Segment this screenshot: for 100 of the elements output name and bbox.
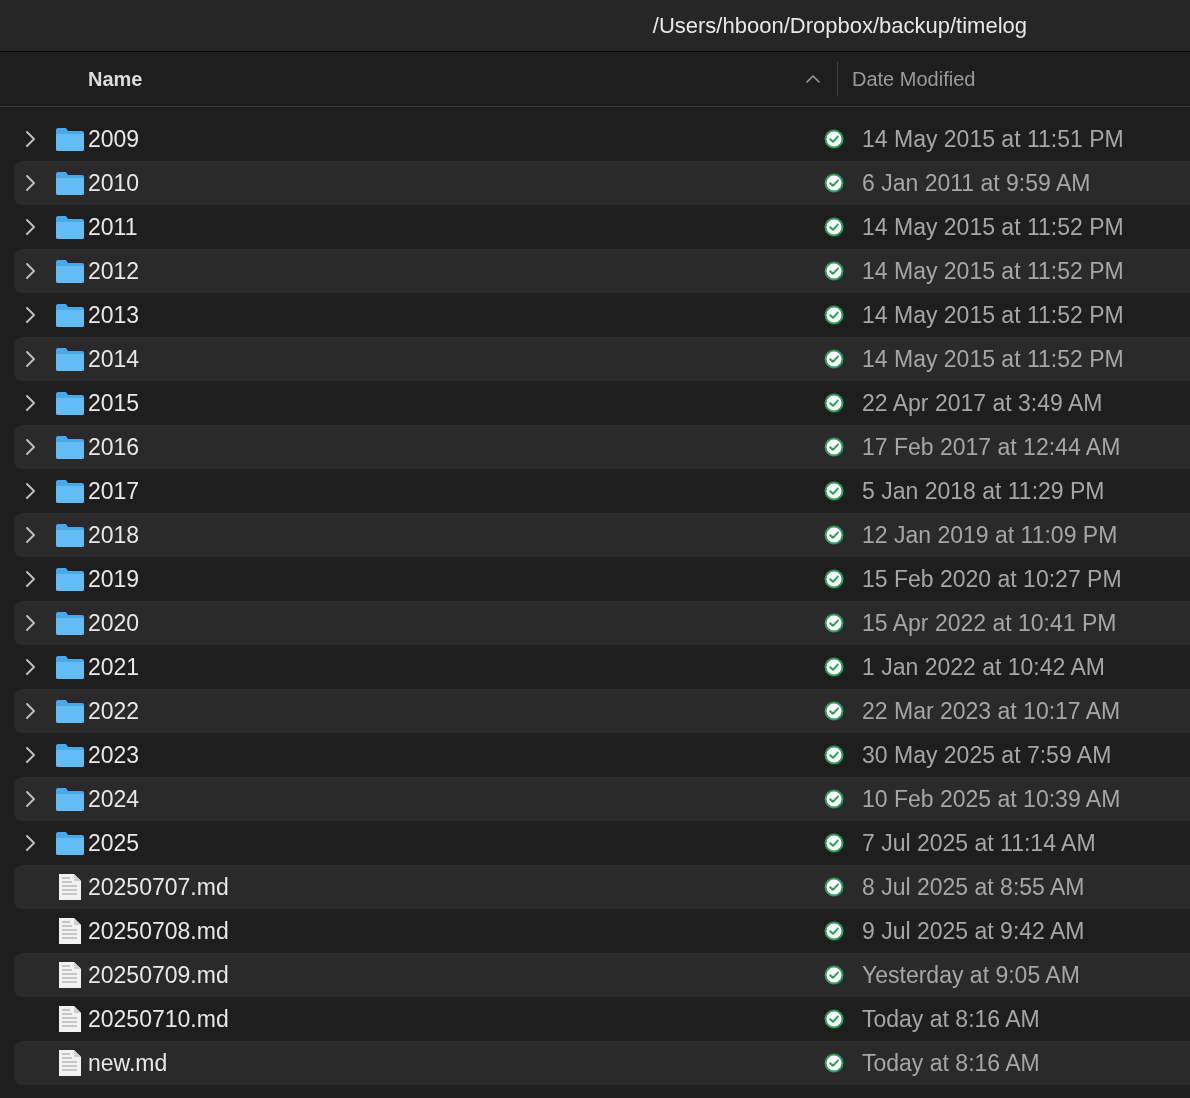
sort-ascending-chevron-icon[interactable]	[805, 74, 821, 84]
synced-check-icon	[824, 1053, 844, 1073]
file-name: 20250710.md	[88, 1004, 229, 1034]
folder-icon	[55, 434, 85, 460]
disclosure-chevron-icon[interactable]	[24, 394, 36, 412]
synced-check-icon	[824, 789, 844, 809]
date-modified: 14 May 2015 at 11:52 PM	[862, 212, 1125, 242]
disclosure-chevron-icon[interactable]	[24, 702, 36, 720]
disclosure-chevron-icon[interactable]	[24, 218, 36, 236]
date-modified: 5 Jan 2018 at 11:29 PM	[862, 476, 1106, 506]
file-name: new.md	[88, 1048, 168, 1078]
folder-icon	[55, 170, 85, 196]
date-modified: 22 Mar 2023 at 10:17 AM	[862, 696, 1122, 726]
synced-check-icon	[824, 1009, 844, 1029]
file-row[interactable]: new.md Today at 8:16 AM	[14, 1041, 1190, 1085]
date-modified: 9 Jul 2025 at 9:42 AM	[862, 916, 1086, 946]
file-row[interactable]: 2010 6 Jan 2011 at 9:59 AM	[14, 161, 1190, 205]
document-icon	[58, 1049, 82, 1077]
document-icon	[58, 917, 82, 945]
synced-check-icon	[824, 393, 844, 413]
disclosure-chevron-icon[interactable]	[24, 614, 36, 632]
file-name: 2010	[88, 168, 140, 198]
file-name: 2024	[88, 784, 140, 814]
disclosure-chevron-icon[interactable]	[24, 834, 36, 852]
column-header[interactable]: Name	[88, 64, 143, 94]
synced-check-icon	[824, 217, 844, 237]
date-modified: Today at 8:16 AM	[862, 1048, 1041, 1078]
folder-icon	[55, 346, 85, 372]
disclosure-chevron-icon[interactable]	[24, 746, 36, 764]
window-title: /Users/hboon/Dropbox/backup/timelog	[652, 12, 1027, 40]
synced-check-icon	[824, 833, 844, 853]
synced-check-icon	[824, 129, 844, 149]
file-name: 2023	[88, 740, 140, 770]
disclosure-chevron-icon[interactable]	[24, 438, 36, 456]
date-modified: 17 Feb 2017 at 12:44 AM	[862, 432, 1122, 462]
synced-check-icon	[824, 921, 844, 941]
file-row[interactable]: 2016 17 Feb 2017 at 12:44 AM	[14, 425, 1190, 469]
synced-check-icon	[824, 349, 844, 369]
synced-check-icon	[824, 657, 844, 677]
synced-check-icon	[824, 569, 844, 589]
file-name: 2011	[88, 212, 138, 242]
date-modified: 7 Jul 2025 at 11:14 AM	[862, 828, 1097, 858]
file-row[interactable]: 2018 12 Jan 2019 at 11:09 PM	[14, 513, 1190, 557]
folder-icon	[55, 610, 85, 636]
disclosure-chevron-icon[interactable]	[24, 174, 36, 192]
document-icon	[58, 1005, 82, 1033]
file-name: 2016	[88, 432, 140, 462]
synced-check-icon	[824, 877, 844, 897]
disclosure-chevron-icon[interactable]	[24, 658, 36, 676]
disclosure-chevron-icon[interactable]	[24, 262, 36, 280]
file-name: 20250708.md	[88, 916, 229, 946]
date-modified: Today at 8:16 AM	[862, 1004, 1041, 1034]
folder-icon	[55, 698, 85, 724]
date-modified: 14 May 2015 at 11:52 PM	[862, 344, 1125, 374]
date-modified: 15 Apr 2022 at 10:41 PM	[862, 608, 1118, 638]
disclosure-chevron-icon[interactable]	[24, 130, 36, 148]
file-name: 2025	[88, 828, 140, 858]
synced-check-icon	[824, 745, 844, 765]
folder-icon	[55, 302, 85, 328]
file-name: 20250707.md	[88, 872, 229, 902]
synced-check-icon	[824, 613, 844, 633]
synced-check-icon	[824, 173, 844, 193]
disclosure-chevron-icon[interactable]	[24, 306, 36, 324]
file-name: 2009	[88, 124, 140, 154]
date-modified: 10 Feb 2025 at 10:39 AM	[862, 784, 1122, 814]
date-modified: 1 Jan 2022 at 10:42 AM	[862, 652, 1106, 682]
synced-check-icon	[824, 481, 844, 501]
column-header[interactable]: Date Modified	[852, 64, 1190, 94]
folder-icon	[55, 478, 85, 504]
date-modified: 14 May 2015 at 11:52 PM	[862, 256, 1125, 286]
file-name: 2018	[88, 520, 140, 550]
file-name: 2022	[88, 696, 140, 726]
file-row[interactable]: 2020 15 Apr 2022 at 10:41 PM	[14, 601, 1190, 645]
disclosure-chevron-icon[interactable]	[24, 570, 36, 588]
synced-check-icon	[824, 437, 844, 457]
folder-icon	[55, 786, 85, 812]
folder-icon	[55, 522, 85, 548]
file-row[interactable]: 20250707.md 8 Jul 2025 at 8:55 AM	[14, 865, 1190, 909]
folder-icon	[55, 566, 85, 592]
document-icon	[58, 961, 82, 989]
folder-icon	[55, 830, 85, 856]
date-modified: 14 May 2015 at 11:52 PM	[862, 300, 1125, 330]
synced-check-icon	[824, 525, 844, 545]
synced-check-icon	[824, 701, 844, 721]
disclosure-chevron-icon[interactable]	[24, 790, 36, 808]
file-row[interactable]: 2022 22 Mar 2023 at 10:17 AM	[14, 689, 1190, 733]
file-row[interactable]: 20250709.md Yesterday at 9:05 AM	[14, 953, 1190, 997]
file-row[interactable]: 2024 10 Feb 2025 at 10:39 AM	[14, 777, 1190, 821]
date-modified: Yesterday at 9:05 AM	[862, 960, 1081, 990]
disclosure-chevron-icon[interactable]	[24, 482, 36, 500]
date-modified: 30 May 2025 at 7:59 AM	[862, 740, 1113, 770]
file-name: 2014	[88, 344, 140, 374]
disclosure-chevron-icon[interactable]	[24, 350, 36, 368]
file-name: 2019	[88, 564, 140, 594]
file-name: 2020	[88, 608, 140, 638]
file-row[interactable]: 2012 14 May 2015 at 11:52 PM	[14, 249, 1190, 293]
disclosure-chevron-icon[interactable]	[24, 526, 36, 544]
folder-icon	[55, 258, 85, 284]
folder-icon	[55, 126, 85, 152]
file-row[interactable]: 2014 14 May 2015 at 11:52 PM	[14, 337, 1190, 381]
